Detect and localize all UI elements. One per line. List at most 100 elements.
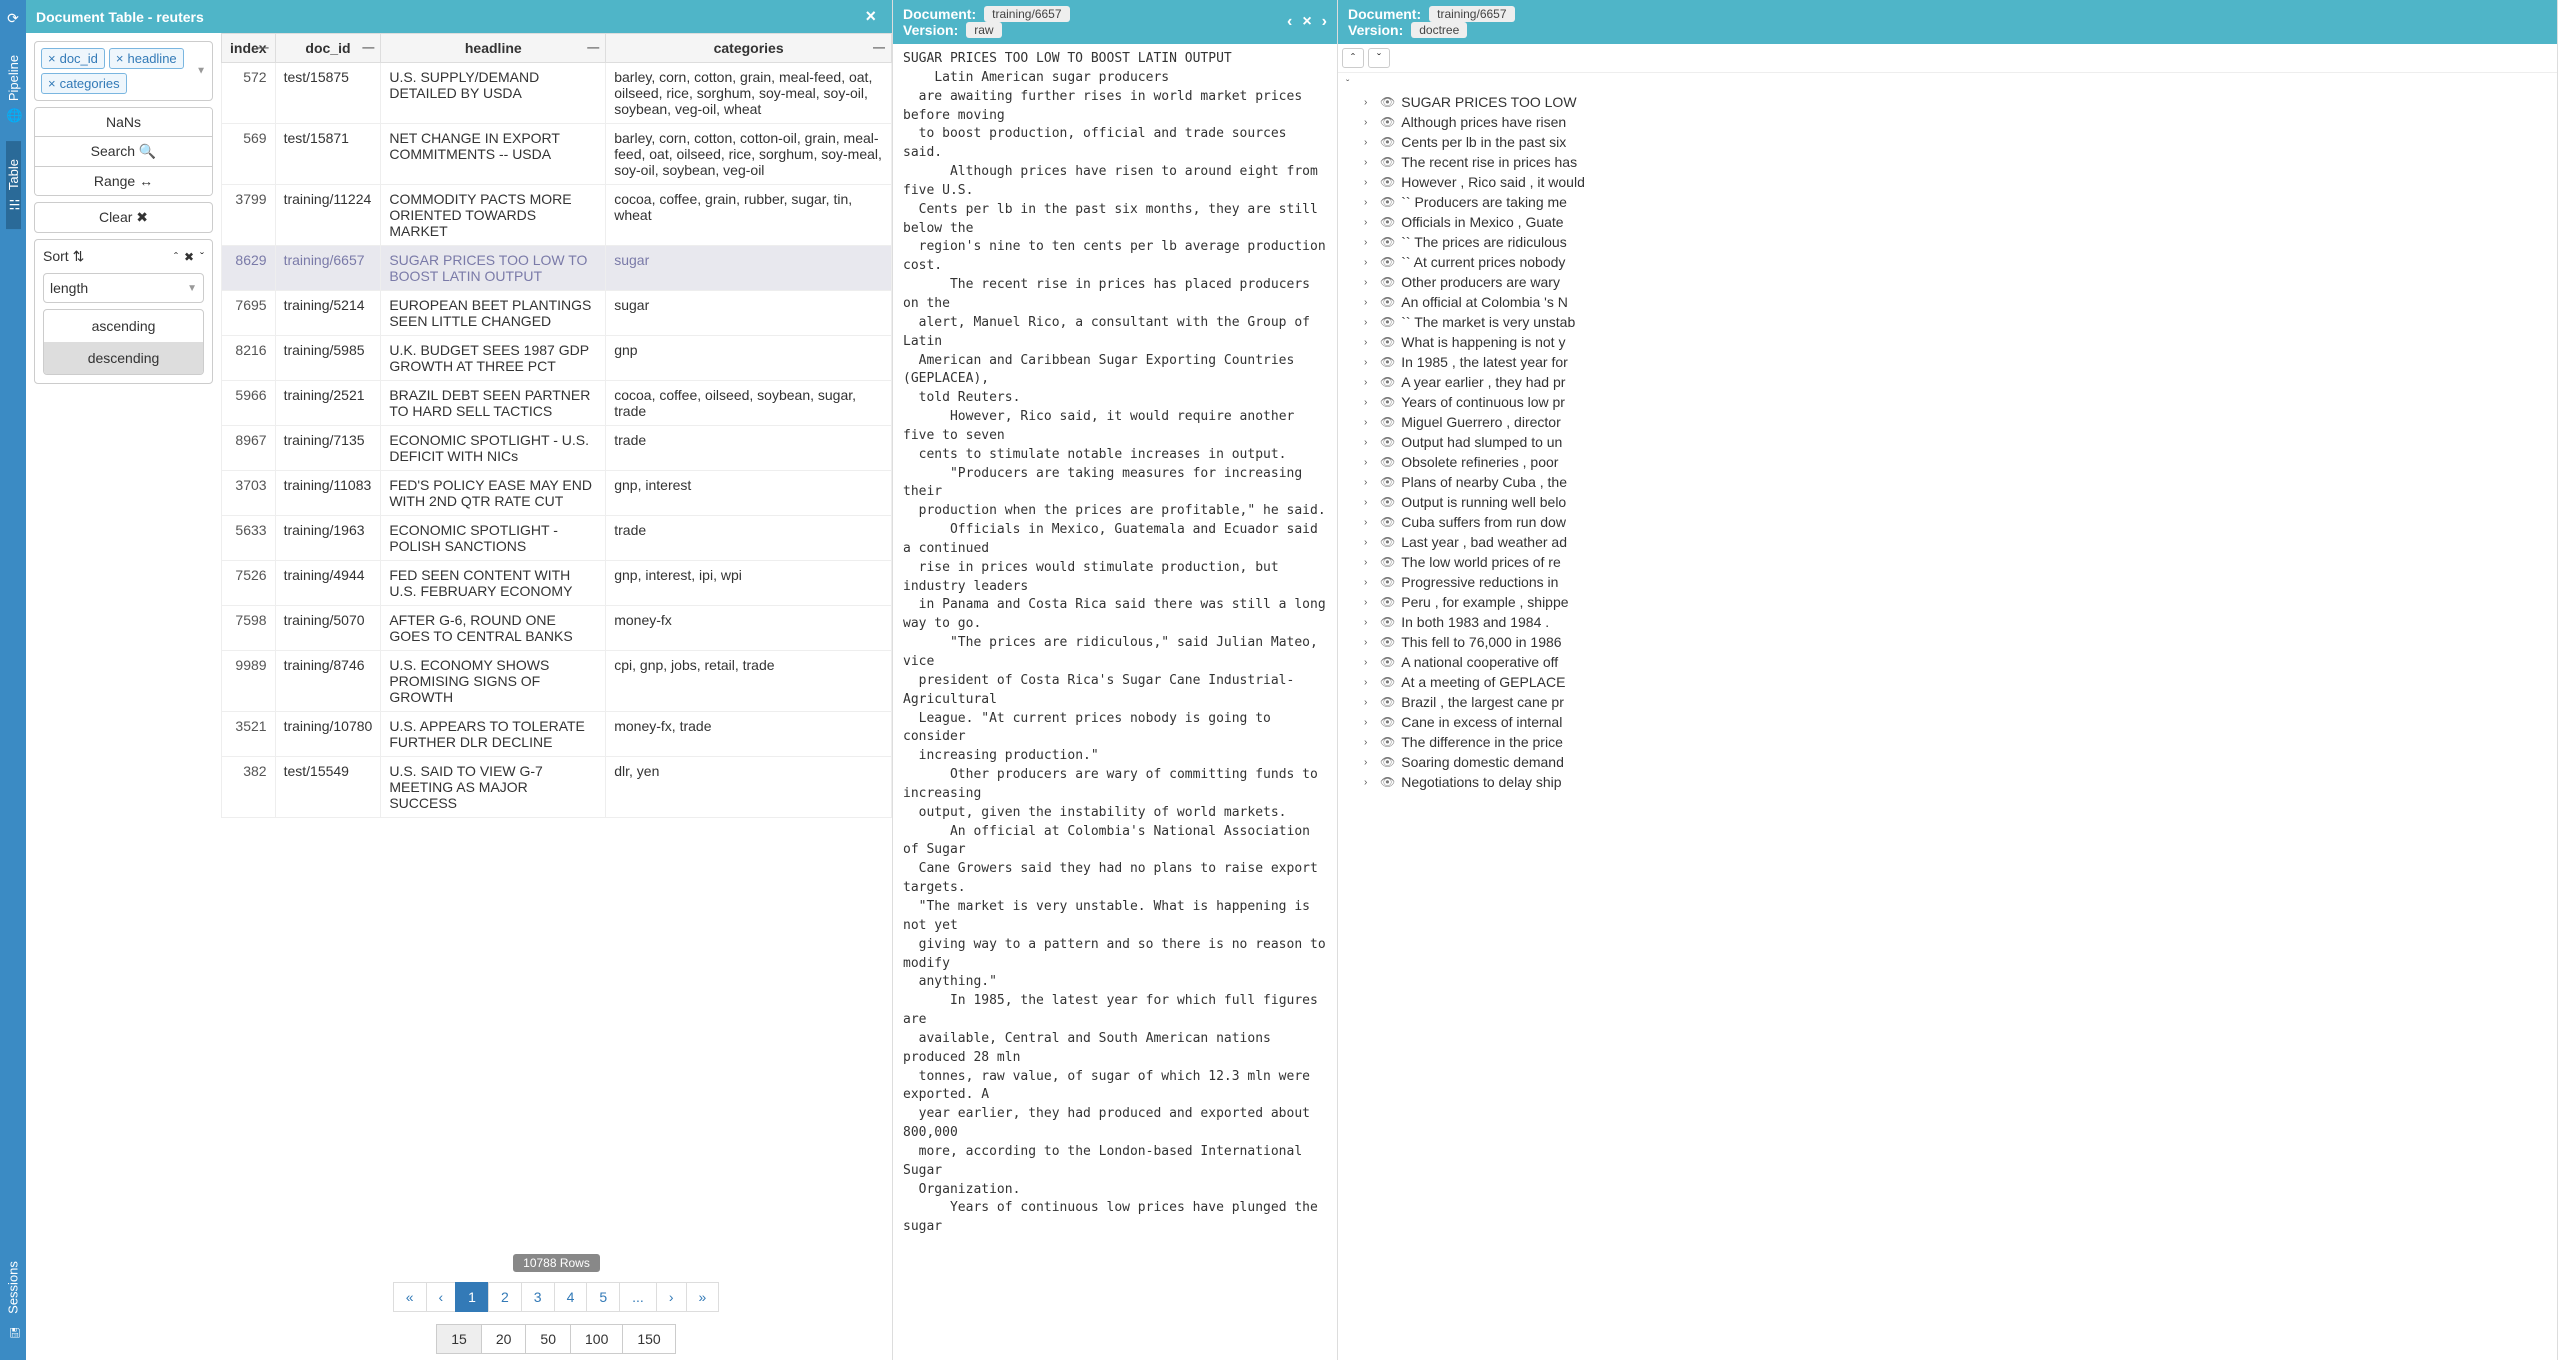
eye-icon[interactable]: 👁 <box>1380 515 1395 529</box>
tree-item[interactable]: ›👁Obsolete refineries , poor <box>1360 452 2553 472</box>
sync-icon[interactable]: ⟳ <box>7 0 19 37</box>
tree-item[interactable]: ›👁Progressive reductions in <box>1360 572 2553 592</box>
close-icon[interactable]: × <box>1302 13 1311 31</box>
tree-item[interactable]: ›👁An official at Colombia 's N <box>1360 292 2553 312</box>
tree-item[interactable]: ›👁`` The prices are ridiculous <box>1360 232 2553 252</box>
eye-icon[interactable]: 👁 <box>1380 135 1395 149</box>
table-row[interactable]: 5633training/1963ECONOMIC SPOTLIGHT - PO… <box>222 516 892 561</box>
document-text[interactable]: SUGAR PRICES TOO LOW TO BOOST LATIN OUTP… <box>893 44 1337 1360</box>
chevron-right-icon[interactable]: › <box>1364 97 1374 108</box>
chip-remove-icon[interactable]: × <box>48 51 56 66</box>
chevron-right-icon[interactable]: › <box>1364 637 1374 648</box>
table-row[interactable]: 3703training/11083FED'S POLICY EASE MAY … <box>222 471 892 516</box>
sidebar-tab-table[interactable]: ☵Table <box>6 141 21 229</box>
tree-item[interactable]: ›👁A national cooperative off <box>1360 652 2553 672</box>
tree-item[interactable]: ›👁Officials in Mexico , Guate <box>1360 212 2553 232</box>
chevron-right-icon[interactable]: › <box>1364 537 1374 548</box>
eye-icon[interactable]: 👁 <box>1380 695 1395 709</box>
eye-icon[interactable]: 👁 <box>1380 115 1395 129</box>
tree-item[interactable]: ›👁In 1985 , the latest year for <box>1360 352 2553 372</box>
chip-headline[interactable]: ×headline <box>109 48 184 69</box>
chevron-right-icon[interactable]: › <box>1364 757 1374 768</box>
tree-item[interactable]: ›👁This fell to 76,000 in 1986 <box>1360 632 2553 652</box>
tree-item[interactable]: ›👁Output had slumped to un <box>1360 432 2553 452</box>
chevron-right-icon[interactable]: › <box>1364 557 1374 568</box>
chevron-right-icon[interactable]: › <box>1364 677 1374 688</box>
table-row[interactable]: 5966training/2521BRAZIL DEBT SEEN PARTNE… <box>222 381 892 426</box>
tree-item[interactable]: ›👁Cane in excess of internal <box>1360 712 2553 732</box>
chevron-right-icon[interactable]: › <box>1364 477 1374 488</box>
chevron-right-icon[interactable]: › <box>1364 177 1374 188</box>
eye-icon[interactable]: 👁 <box>1380 775 1395 789</box>
eye-icon[interactable]: 👁 <box>1380 555 1395 569</box>
eye-icon[interactable]: 👁 <box>1380 595 1395 609</box>
size-150[interactable]: 150 <box>622 1324 675 1354</box>
chevron-down-icon[interactable]: ▼ <box>196 66 206 77</box>
tree-item[interactable]: ›👁Years of continuous low pr <box>1360 392 2553 412</box>
chevron-right-icon[interactable]: › <box>1364 197 1374 208</box>
page-4[interactable]: 4 <box>554 1282 588 1312</box>
eye-icon[interactable]: 👁 <box>1380 475 1395 489</box>
expand-all-icon[interactable]: ˇ <box>1368 48 1390 68</box>
eye-icon[interactable]: 👁 <box>1380 755 1395 769</box>
table-row[interactable]: 3799training/11224COMMODITY PACTS MORE O… <box>222 185 892 246</box>
chevron-right-icon[interactable]: › <box>1364 357 1374 368</box>
table-row[interactable]: 7695training/5214EUROPEAN BEET PLANTINGS… <box>222 291 892 336</box>
chevron-right-icon[interactable]: › <box>1364 337 1374 348</box>
tree-item[interactable]: ›👁Cuba suffers from run dow <box>1360 512 2553 532</box>
table-row[interactable]: 7526training/4944FED SEEN CONTENT WITH U… <box>222 561 892 606</box>
chevron-right-icon[interactable]: › <box>1364 737 1374 748</box>
table-row[interactable]: 569test/15871NET CHANGE IN EXPORT COMMIT… <box>222 124 892 185</box>
minus-icon[interactable]: — <box>257 40 269 54</box>
tree-item[interactable]: ›👁Negotiations to delay ship <box>1360 772 2553 792</box>
chevron-right-icon[interactable]: › <box>1364 417 1374 428</box>
eye-icon[interactable]: 👁 <box>1380 535 1395 549</box>
tree-item[interactable]: ›👁In both 1983 and 1984 . <box>1360 612 2553 632</box>
eye-icon[interactable]: 👁 <box>1380 155 1395 169</box>
tree-item[interactable]: ›👁Output is running well belo <box>1360 492 2553 512</box>
tree-item[interactable]: ›👁Peru , for example , shippe <box>1360 592 2553 612</box>
tree-item[interactable]: ›👁`` Producers are taking me <box>1360 192 2553 212</box>
tree-item[interactable]: ›👁Other producers are wary <box>1360 272 2553 292</box>
eye-icon[interactable]: 👁 <box>1380 175 1395 189</box>
collapse-all-icon[interactable]: ˆ <box>1342 48 1364 68</box>
col-index[interactable]: index— <box>222 34 276 63</box>
prev-icon[interactable]: ‹ <box>1287 13 1292 31</box>
eye-icon[interactable]: 👁 <box>1380 415 1395 429</box>
eye-icon[interactable]: 👁 <box>1380 295 1395 309</box>
eye-icon[interactable]: 👁 <box>1380 375 1395 389</box>
eye-icon[interactable]: 👁 <box>1380 735 1395 749</box>
tree-item[interactable]: ›👁Although prices have risen <box>1360 112 2553 132</box>
eye-icon[interactable]: 👁 <box>1380 455 1395 469</box>
sort-field-select[interactable]: length▼ <box>43 273 204 303</box>
eye-icon[interactable]: 👁 <box>1380 255 1395 269</box>
table-row[interactable]: 8216training/5985U.K. BUDGET SEES 1987 G… <box>222 336 892 381</box>
eye-icon[interactable]: 👁 <box>1380 715 1395 729</box>
sidebar-tab-pipeline[interactable]: 🌐Pipeline <box>6 37 21 141</box>
minus-icon[interactable]: — <box>362 40 374 54</box>
size-20[interactable]: 20 <box>481 1324 527 1354</box>
eye-icon[interactable]: 👁 <box>1380 275 1395 289</box>
col-doc_id[interactable]: doc_id— <box>275 34 381 63</box>
eye-icon[interactable]: 👁 <box>1380 235 1395 249</box>
table-row[interactable]: 8629training/6657SUGAR PRICES TOO LOW TO… <box>222 246 892 291</box>
chevron-right-icon[interactable]: › <box>1364 277 1374 288</box>
chevron-right-icon[interactable]: › <box>1364 617 1374 628</box>
range-button[interactable]: Range ↔ <box>35 167 212 195</box>
page-‹[interactable]: ‹ <box>426 1282 457 1312</box>
eye-icon[interactable]: 👁 <box>1380 195 1395 209</box>
page-5[interactable]: 5 <box>586 1282 620 1312</box>
chevron-right-icon[interactable]: › <box>1364 457 1374 468</box>
tree-item[interactable]: ›👁Plans of nearby Cuba , the <box>1360 472 2553 492</box>
chip-remove-icon[interactable]: × <box>48 76 56 91</box>
page-2[interactable]: 2 <box>488 1282 522 1312</box>
chevron-right-icon[interactable]: › <box>1364 437 1374 448</box>
page-3[interactable]: 3 <box>521 1282 555 1312</box>
eye-icon[interactable]: 👁 <box>1380 635 1395 649</box>
clear-button[interactable]: Clear ✖ <box>34 202 213 233</box>
chevron-down-icon[interactable]: ˇ <box>200 250 204 264</box>
chevron-right-icon[interactable]: › <box>1364 257 1374 268</box>
table-row[interactable]: 3521training/10780U.S. APPEARS TO TOLERA… <box>222 712 892 757</box>
chevron-right-icon[interactable]: › <box>1364 777 1374 788</box>
chevron-right-icon[interactable]: › <box>1364 657 1374 668</box>
